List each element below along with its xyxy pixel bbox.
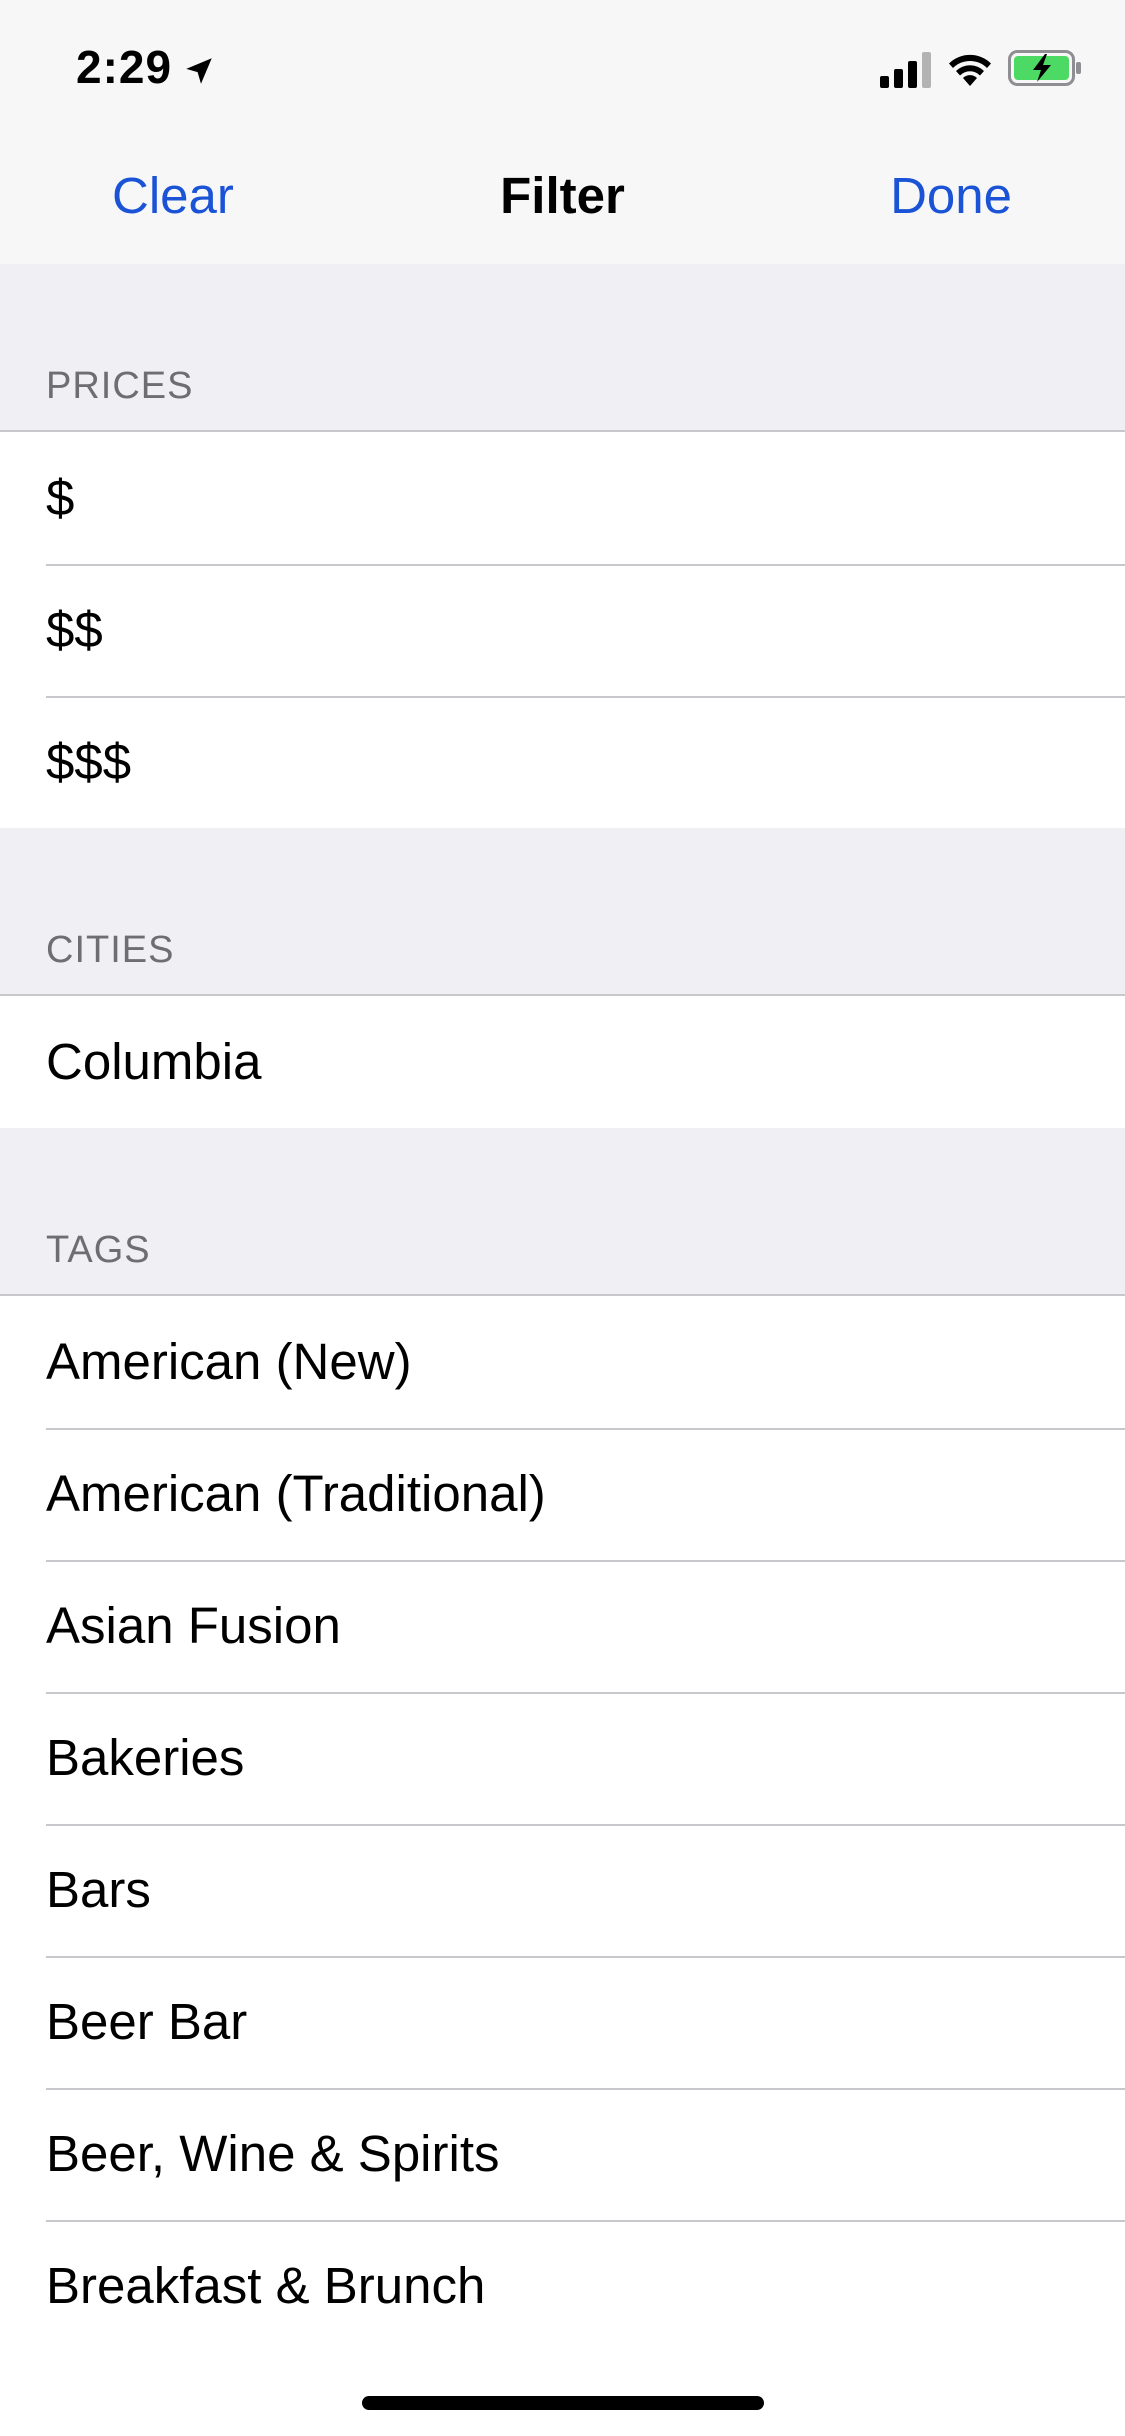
list-item[interactable]: Asian Fusion: [0, 1560, 1125, 1692]
list-item[interactable]: $$$: [0, 696, 1125, 828]
list-item-label: Bars: [46, 1861, 151, 1918]
list-item[interactable]: Columbia: [0, 996, 1125, 1128]
list-item[interactable]: Beer Bar: [0, 1956, 1125, 2088]
navigation-bar: Clear Filter Done: [0, 132, 1125, 264]
list-item-label: American (Traditional): [46, 1465, 546, 1522]
section-header-cities: CITIES: [0, 828, 1125, 996]
cellular-signal-icon: [880, 52, 931, 88]
home-indicator[interactable]: [362, 2396, 764, 2410]
list-item-label: Asian Fusion: [46, 1597, 341, 1654]
list-item-label: $$: [46, 601, 103, 658]
section-header-label: TAGS: [46, 1229, 151, 1271]
list-item[interactable]: Bakeries: [0, 1692, 1125, 1824]
list-item[interactable]: $$: [0, 564, 1125, 696]
list-item[interactable]: American (New): [0, 1296, 1125, 1428]
list-item-label: Breakfast & Brunch: [46, 2257, 486, 2314]
status-bar: 2:29: [0, 0, 1125, 132]
status-time: 2:29: [76, 41, 173, 93]
cities-list: Columbia: [0, 996, 1125, 1130]
done-button[interactable]: Done: [890, 166, 1012, 225]
list-item-label: Beer, Wine & Spirits: [46, 2125, 500, 2182]
section-header-tags: TAGS: [0, 1128, 1125, 1296]
list-item-label: Columbia: [46, 1033, 262, 1090]
list-item[interactable]: $: [0, 432, 1125, 564]
wifi-icon: [949, 54, 991, 86]
list-item-label: Beer Bar: [46, 1993, 248, 2050]
list-item-label: Bakeries: [46, 1729, 245, 1786]
battery-charging-icon: [1008, 50, 1081, 86]
tags-list: American (New) American (Traditional) As…: [0, 1296, 1125, 2436]
section-header-label: CITIES: [46, 929, 175, 971]
list-item-label: American (New): [46, 1333, 412, 1390]
section-header-label: PRICES: [46, 365, 194, 407]
location-arrow-icon: [186, 58, 212, 84]
list-item-label: $$$: [46, 733, 132, 790]
list-item[interactable]: Beer, Wine & Spirits: [0, 2088, 1125, 2220]
section-header-prices: PRICES: [0, 264, 1125, 432]
list-item[interactable]: Bars: [0, 1824, 1125, 1956]
prices-list: $ $$ $$$: [0, 432, 1125, 830]
list-item[interactable]: Breakfast & Brunch: [0, 2220, 1125, 2352]
list-item[interactable]: American (Traditional): [0, 1428, 1125, 1560]
list-item-label: $: [46, 469, 75, 526]
